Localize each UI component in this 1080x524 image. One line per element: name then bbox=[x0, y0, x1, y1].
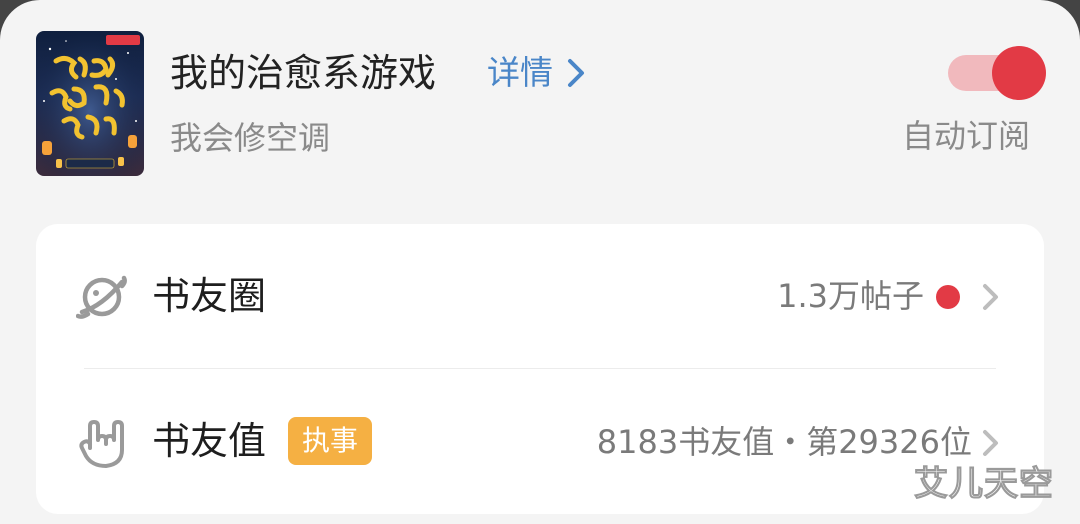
chevron-right-icon bbox=[568, 59, 584, 87]
chevron-right-icon bbox=[983, 284, 998, 310]
rank-badge: 执事 bbox=[288, 417, 373, 465]
fan-value-label: 书友值 bbox=[152, 419, 267, 463]
auto-subscribe-label: 自动订阅 bbox=[902, 117, 1031, 155]
post-count: 1.3万帖子 bbox=[777, 277, 924, 315]
unread-dot bbox=[936, 285, 960, 309]
fan-value-rank: 8183书友值・第29326位 bbox=[596, 423, 972, 461]
book-author: 我会修空调 bbox=[170, 119, 331, 157]
fan-value-row[interactable]: 书友值 执事 8183书友值・第29326位 bbox=[36, 370, 1044, 514]
book-title: 我的治愈系游戏 bbox=[170, 51, 437, 95]
chevron-right-icon bbox=[983, 430, 998, 456]
toggle-knob bbox=[992, 46, 1046, 100]
book-settings-sheet: 我的治愈系游戏 详情 我会修空调 自动订阅 书友圈 1.3万帖子 书友值 执事 … bbox=[0, 0, 1080, 524]
details-label: 详情 bbox=[487, 53, 553, 92]
watermark-text: 艾儿天空 bbox=[914, 464, 1054, 505]
book-circle-row[interactable]: 书友圈 1.3万帖子 bbox=[36, 224, 1044, 368]
details-link[interactable]: 详情 bbox=[487, 50, 585, 96]
planet-icon bbox=[76, 275, 127, 319]
auto-subscribe-toggle[interactable] bbox=[948, 46, 1046, 100]
book-cover-image[interactable] bbox=[36, 31, 144, 176]
community-card: 书友圈 1.3万帖子 书友值 执事 8183书友值・第29326位 bbox=[36, 224, 1044, 514]
rock-hand-icon bbox=[79, 420, 124, 468]
row-divider bbox=[84, 368, 996, 369]
book-circle-label: 书友圈 bbox=[152, 274, 267, 318]
